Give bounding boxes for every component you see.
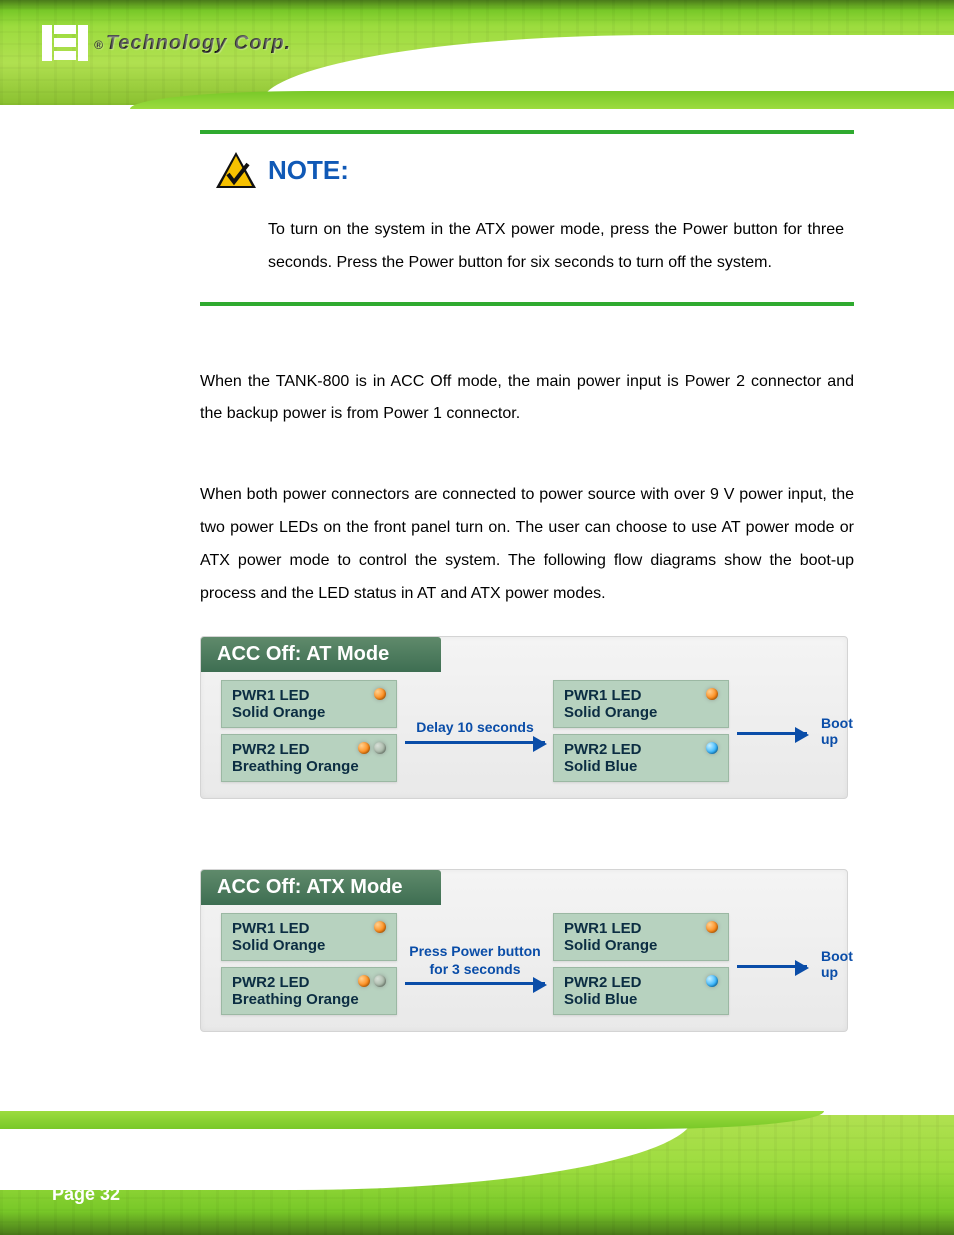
atx-boot-label: Boot up [821,948,853,980]
brand-logo: ®Technology Corp. [42,25,291,61]
led-name: PWR2 LED [564,974,718,991]
iei-logo-icon [42,25,88,61]
led-name: PWR1 LED [232,687,386,704]
arrow-label: Delay 10 seconds [416,719,534,737]
atx-state2-led2: PWR2 LED Solid Blue [553,967,729,1015]
atx-state2-led1: PWR1 LED Solid Orange [553,913,729,961]
note-label: NOTE: [268,155,349,186]
atx-state1-led1: PWR1 LED Solid Orange [221,913,397,961]
at-state1-led1: PWR1 LED Solid Orange [221,680,397,728]
diagram-atx-mode: ACC Off: ATX Mode PWR1 LED Solid Orange … [200,869,854,1032]
header-banner: ®Technology Corp. TANK-800 [0,0,954,105]
diagram-at-mode: ACC Off: AT Mode PWR1 LED Solid Orange P… [200,636,854,799]
note-callout: NOTE: To turn on the system in the ATX p… [200,130,854,306]
paragraph-2: When both power connectors are connected… [200,479,854,610]
led-state: Breathing Orange [232,758,386,775]
led-state: Solid Orange [232,937,386,954]
at-state2-led1: PWR1 LED Solid Orange [553,680,729,728]
led-state: Breathing Orange [232,991,386,1008]
led-state: Solid Blue [564,758,718,775]
arrow-right-icon [737,965,807,968]
diagram-atx-title: ACC Off: ATX Mode [201,870,441,905]
atx-state-1: PWR1 LED Solid Orange PWR2 LED Breathing… [221,913,397,1015]
at-boot-label: Boot up [821,715,853,747]
header-swoosh-accent [130,91,954,109]
led-state: Solid Orange [564,937,718,954]
led-name: PWR2 LED [564,741,718,758]
led-name: PWR1 LED [564,920,718,937]
atx-state1-led2: PWR2 LED Breathing Orange [221,967,397,1015]
footer-swoosh-accent [0,1111,824,1129]
led-name: PWR1 LED [232,920,386,937]
brand-text: ®Technology Corp. [94,32,291,55]
diagram-at-title: ACC Off: AT Mode [201,637,441,672]
arrow-right-icon [737,732,807,735]
arrow-right-icon [405,982,545,985]
at-state-1: PWR1 LED Solid Orange PWR2 LED Breathing… [221,680,397,782]
led-name: PWR1 LED [564,687,718,704]
atx-arrow-press: Press Power button for 3 seconds [405,943,545,985]
at-arrow-delay: Delay 10 seconds [405,719,545,744]
page-number: Page 32 [52,1184,120,1205]
led-state: Solid Blue [564,991,718,1008]
arrow-label: Press Power button for 3 seconds [409,943,540,978]
led-state: Solid Orange [564,704,718,721]
paragraph-1: When the TANK-800 is in ACC Off mode, th… [200,366,854,432]
note-text: To turn on the system in the ATX power m… [200,196,854,280]
atx-arrow-boot [737,961,807,968]
at-state1-led2: PWR2 LED Breathing Orange [221,734,397,782]
note-icon [214,150,258,190]
arrow-right-icon [405,741,545,744]
atx-state-2: PWR1 LED Solid Orange PWR2 LED Solid Blu… [553,913,729,1015]
page-content: NOTE: To turn on the system in the ATX p… [0,105,954,1032]
led-state: Solid Orange [232,704,386,721]
at-state-2: PWR1 LED Solid Orange PWR2 LED Solid Blu… [553,680,729,782]
footer-banner: Page 32 [0,1115,954,1235]
at-arrow-boot [737,728,807,735]
at-state2-led2: PWR2 LED Solid Blue [553,734,729,782]
